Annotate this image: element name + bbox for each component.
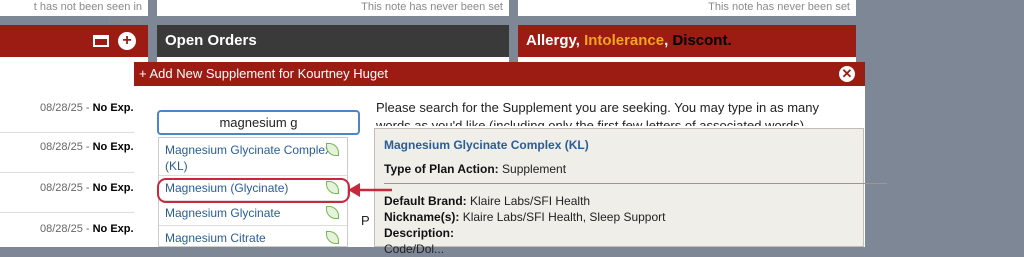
tooltip-brand: Default Brand: Klaire Labs/SFI Health [384,194,591,208]
top-note-right: This note has never been set [518,0,856,16]
tooltip-description: Description: [384,226,455,240]
open-orders-header: Open Orders [157,25,509,57]
dialog-title: + Add New Supplement for Kourtney Huget [139,66,388,81]
leaf-icon [326,206,339,219]
left-row-1: 08/28/25 - No Exp. [40,102,134,114]
allergy-header: Allergy, Intolerance, Discont. [518,25,856,57]
top-note-left: t has not been seen in person [0,0,148,27]
highlight-outline [157,178,350,203]
window-icon[interactable] [93,35,109,47]
dialog-titlebar: + Add New Supplement for Kourtney Huget … [134,62,865,86]
left-panel: + [0,25,148,247]
arrow-left-icon [348,183,392,197]
leaf-icon [326,231,339,244]
plus-circle-icon[interactable]: + [118,32,136,50]
left-row-3: 08/28/25 - No Exp. [40,182,134,194]
tooltip-cut-text: Code/Dol... [384,242,445,256]
left-panel-header: + [0,25,148,57]
dialog-instructions: Please search for the Supplement you are… [376,100,819,126]
tooltip-title: Magnesium Glycinate Complex (KL) [384,138,589,152]
left-row-4: 08/28/25 - No Exp. [40,223,134,235]
tooltip-nickname: Nickname(s): Klaire Labs/SFI Health, Sle… [384,210,666,224]
supplement-tooltip: Magnesium Glycinate Complex (KL) Type of… [374,128,887,256]
suggestion-item[interactable]: Magnesium Citrate [159,226,347,246]
suggestion-item[interactable]: Magnesium Glycinate Complex (KL) [159,138,347,176]
suggestion-item[interactable]: Magnesium Glycinate [159,201,347,226]
supplement-search-input[interactable] [157,110,360,135]
left-row-2: 08/28/25 - No Exp. [40,141,134,153]
partial-text: P [361,213,370,228]
close-circle-icon[interactable]: ✕ [839,66,855,82]
tooltip-type: Type of Plan Action: Supplement [384,162,567,176]
top-note-middle: This note has never been set [157,0,509,16]
